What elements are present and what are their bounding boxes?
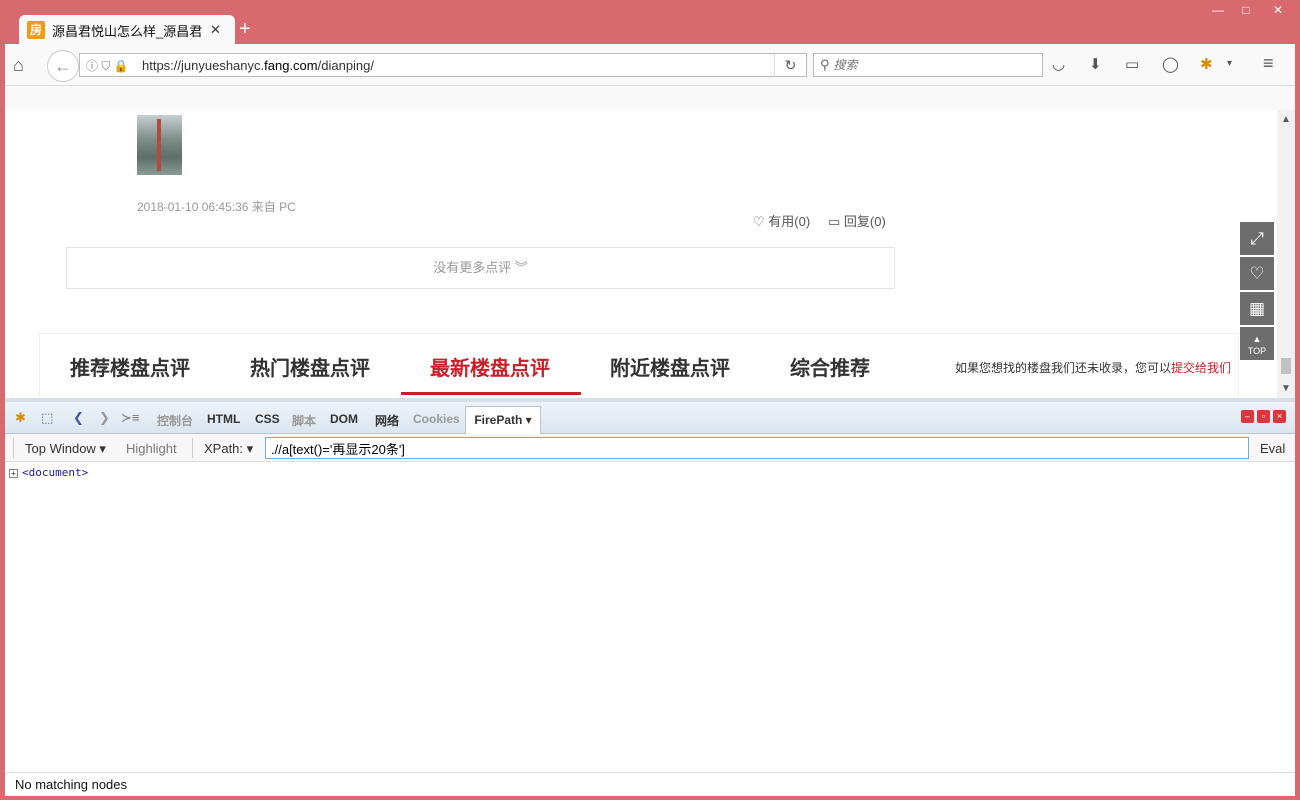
firebug-close-icon[interactable]: × [1273, 410, 1286, 423]
tab-script[interactable]: 脚本 [292, 412, 316, 429]
home-icon[interactable]: ⌂ [13, 55, 24, 76]
browser-window: 房 源昌君悦山怎么样_源昌君... ✕ + — □ ✕ ⌂ ← ⓘ ⛉ 🔒 ht… [5, 0, 1295, 796]
firepath-toolbar: Top Window ▾ Highlight XPath: ▾ Eval [5, 434, 1295, 462]
back-arrow-icon[interactable]: ❮ [73, 410, 84, 426]
active-tab-indicator [401, 392, 581, 395]
inspect-icon[interactable]: ⬚ [41, 410, 53, 426]
comment-meta: 2018-01-10 06:45:36 来自 PC [137, 200, 296, 214]
tab-overall[interactable]: 综合推荐 [790, 352, 870, 381]
search-input[interactable] [833, 58, 1024, 72]
forward-arrow-icon[interactable]: ❯ [99, 410, 110, 426]
xpath-input[interactable] [265, 437, 1249, 459]
chat-icon[interactable]: ◯ [1162, 55, 1179, 73]
browser-tab[interactable]: 房 源昌君悦山怎么样_源昌君... ✕ [19, 15, 235, 45]
tab-title: 源昌君悦山怎么样_源昌君... [52, 23, 202, 39]
review-tabs: 推荐楼盘点评 热门楼盘点评 最新楼盘点评 附近楼盘点评 综合推荐 如果您想找的楼… [39, 333, 1239, 397]
menu-icon[interactable]: ≡ [1263, 53, 1274, 74]
firebug-detach-icon[interactable]: ▫ [1257, 410, 1270, 423]
qr-code-icon[interactable]: ▦ [1240, 292, 1274, 325]
sidebar-toggle-icon[interactable]: ▭ [1125, 55, 1139, 73]
expand-icon[interactable]: + [9, 469, 18, 478]
title-bar: 房 源昌君悦山怎么样_源昌君... ✕ + — □ ✕ [5, 0, 1295, 45]
firebug-toolbar: ✱ ⬚ ❮ ❯ ≻≡ 控制台 HTML CSS 脚本 DOM 网络 Cookie… [5, 402, 1295, 434]
eval-button[interactable]: Eval [1260, 441, 1285, 456]
scroll-up-icon[interactable]: ▲ [1281, 114, 1291, 125]
tab-net[interactable]: 网络 [375, 412, 399, 429]
favorite-icon[interactable]: ♡ [1240, 257, 1274, 290]
search-bar[interactable]: ⚲ [813, 53, 1043, 77]
tab-console[interactable]: 控制台 [157, 412, 193, 429]
back-to-top-button[interactable]: ▲ TOP [1240, 327, 1274, 360]
command-line-icon[interactable]: ≻≡ [121, 410, 139, 426]
submit-link[interactable]: 提交给我们 [1171, 361, 1231, 375]
firebug-menu-chevron-icon[interactable]: ▾ [1227, 58, 1232, 69]
firebug-logo-icon[interactable]: ✱ [15, 410, 26, 426]
useful-button[interactable]: ♡ 有用(0) [753, 211, 810, 230]
tab-latest[interactable]: 最新楼盘点评 [430, 352, 550, 381]
back-button[interactable]: ← [47, 50, 79, 82]
tab-html[interactable]: HTML [207, 412, 240, 426]
page-scrollbar[interactable]: ▲ ▼ [1277, 110, 1295, 398]
reload-icon[interactable]: ↻ [774, 54, 806, 76]
tab-close-icon[interactable]: ✕ [210, 22, 221, 38]
tab-cookies[interactable]: Cookies [413, 412, 460, 426]
tab-popular[interactable]: 热门楼盘点评 [250, 352, 370, 381]
nav-bar: ⌂ ← ⓘ ⛉ 🔒 https://junyueshanyc.fang.com/… [5, 44, 1295, 86]
scroll-down-icon[interactable]: ▼ [1281, 383, 1291, 394]
scrollbar-thumb[interactable] [1281, 358, 1291, 374]
firebug-minimize-icon[interactable]: – [1241, 410, 1254, 423]
floating-sidebar: ⤢ ♡ ▦ ▲ TOP [1240, 222, 1274, 362]
search-icon: ⚲ [820, 57, 830, 72]
tab-firepath[interactable]: FirePath ▾ [465, 406, 541, 434]
toolbar-separator [192, 438, 193, 458]
pocket-icon[interactable]: ◡ [1052, 55, 1065, 73]
top-window-dropdown[interactable]: Top Window ▾ [25, 441, 106, 457]
tab-recommended[interactable]: 推荐楼盘点评 [70, 352, 190, 381]
tab-css[interactable]: CSS [255, 412, 280, 426]
firepath-status: No matching nodes [5, 772, 1295, 796]
download-icon[interactable]: ⬇ [1089, 55, 1102, 73]
tree-root-node[interactable]: <document> [22, 466, 88, 479]
toolbar-separator [13, 438, 14, 458]
url-bar[interactable]: ⓘ ⛉ 🔒 https://junyueshanyc.fang.com/dian… [79, 53, 807, 77]
dom-tree: + <document> [9, 466, 88, 479]
share-icon[interactable]: ⤢ [1240, 222, 1274, 255]
firebug-icon[interactable]: ✱ [1200, 55, 1213, 73]
site-info-icon[interactable]: ⓘ ⛉ 🔒 [80, 57, 142, 74]
new-tab-button[interactable]: + [239, 18, 251, 41]
firebug-panel: ✱ ⬚ ❮ ❯ ≻≡ 控制台 HTML CSS 脚本 DOM 网络 Cookie… [5, 398, 1295, 796]
highlight-button[interactable]: Highlight [126, 441, 177, 456]
tab-dom[interactable]: DOM [330, 412, 358, 426]
page-content: 2018-01-10 06:45:36 来自 PC ♡ 有用(0) ▭ 回复(0… [5, 110, 1295, 398]
maximize-button[interactable]: □ [1231, 0, 1261, 20]
comment-photo[interactable] [137, 115, 182, 175]
close-window-button[interactable]: ✕ [1263, 0, 1293, 20]
xpath-dropdown[interactable]: XPath: ▾ [204, 441, 253, 457]
tab-nearby[interactable]: 附近楼盘点评 [610, 352, 730, 381]
no-more-comments[interactable]: 没有更多点评 ︾ [66, 247, 895, 289]
minimize-button[interactable]: — [1203, 0, 1233, 20]
reply-button[interactable]: ▭ 回复(0) [828, 211, 886, 230]
url-text: https://junyueshanyc.fang.com/dianping/ [142, 57, 375, 73]
site-favicon-icon: 房 [27, 21, 45, 39]
submit-notice: 如果您想找的楼盘我们还未收录，您可以提交给我们 [955, 361, 1232, 375]
